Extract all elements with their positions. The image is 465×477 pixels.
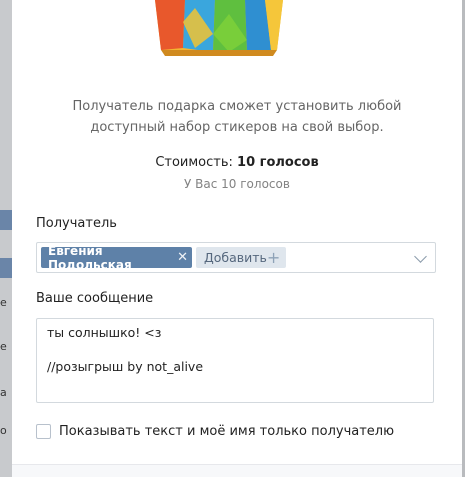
add-recipient-label: Добавить [204, 250, 267, 265]
recipient-field[interactable]: Евгения Подольская ✕ Добавить + [36, 242, 436, 273]
recipient-name: Евгения Подольская [48, 243, 132, 272]
backdrop-text: е [0, 296, 7, 309]
backdrop-text: о [0, 424, 7, 437]
message-label: Ваше сообщение [36, 291, 154, 306]
chevron-down-icon[interactable] [414, 250, 427, 263]
price-label: Стоимость: [155, 155, 233, 170]
privacy-checkbox-label[interactable]: Показывать текст и моё имя только получа… [59, 424, 394, 439]
modal-footer [12, 464, 462, 477]
backdrop-text: е [0, 340, 7, 353]
gift-description: Получатель подарка сможет установить люб… [12, 96, 462, 138]
message-line: //розыгрыш by not_alive [47, 359, 204, 374]
price-value: 10 голосов [237, 155, 319, 170]
balance-text: У Вас 10 голосов [184, 177, 290, 191]
message-line: ты солнышко! <з [47, 325, 162, 340]
add-recipient-button[interactable]: Добавить + [196, 247, 286, 268]
privacy-checkbox[interactable] [36, 424, 51, 439]
recipient-label: Получатель [36, 216, 117, 231]
page-backdrop: е е а о [0, 0, 12, 477]
description-line: доступный набор стикеров на свой выбор. [90, 120, 384, 135]
gift-box-image [155, 0, 283, 56]
recipient-chip[interactable]: Евгения Подольская ✕ [41, 244, 192, 272]
message-textarea[interactable]: ты солнышко! <з //розыгрыш by not_alive [36, 318, 434, 403]
backdrop-text: а [0, 386, 7, 399]
backdrop-bar [0, 210, 12, 230]
privacy-option[interactable]: Показывать текст и моё имя только получа… [36, 424, 394, 439]
description-line: Получатель подарка сможет установить люб… [72, 99, 402, 114]
remove-recipient-icon[interactable]: ✕ [177, 250, 188, 265]
plus-icon: + [266, 248, 281, 267]
backdrop-bar [0, 258, 12, 278]
gift-modal: Получатель подарка сможет установить люб… [12, 0, 462, 477]
price-line: Стоимость: 10 голосов [12, 155, 462, 170]
message-line [47, 341, 423, 358]
